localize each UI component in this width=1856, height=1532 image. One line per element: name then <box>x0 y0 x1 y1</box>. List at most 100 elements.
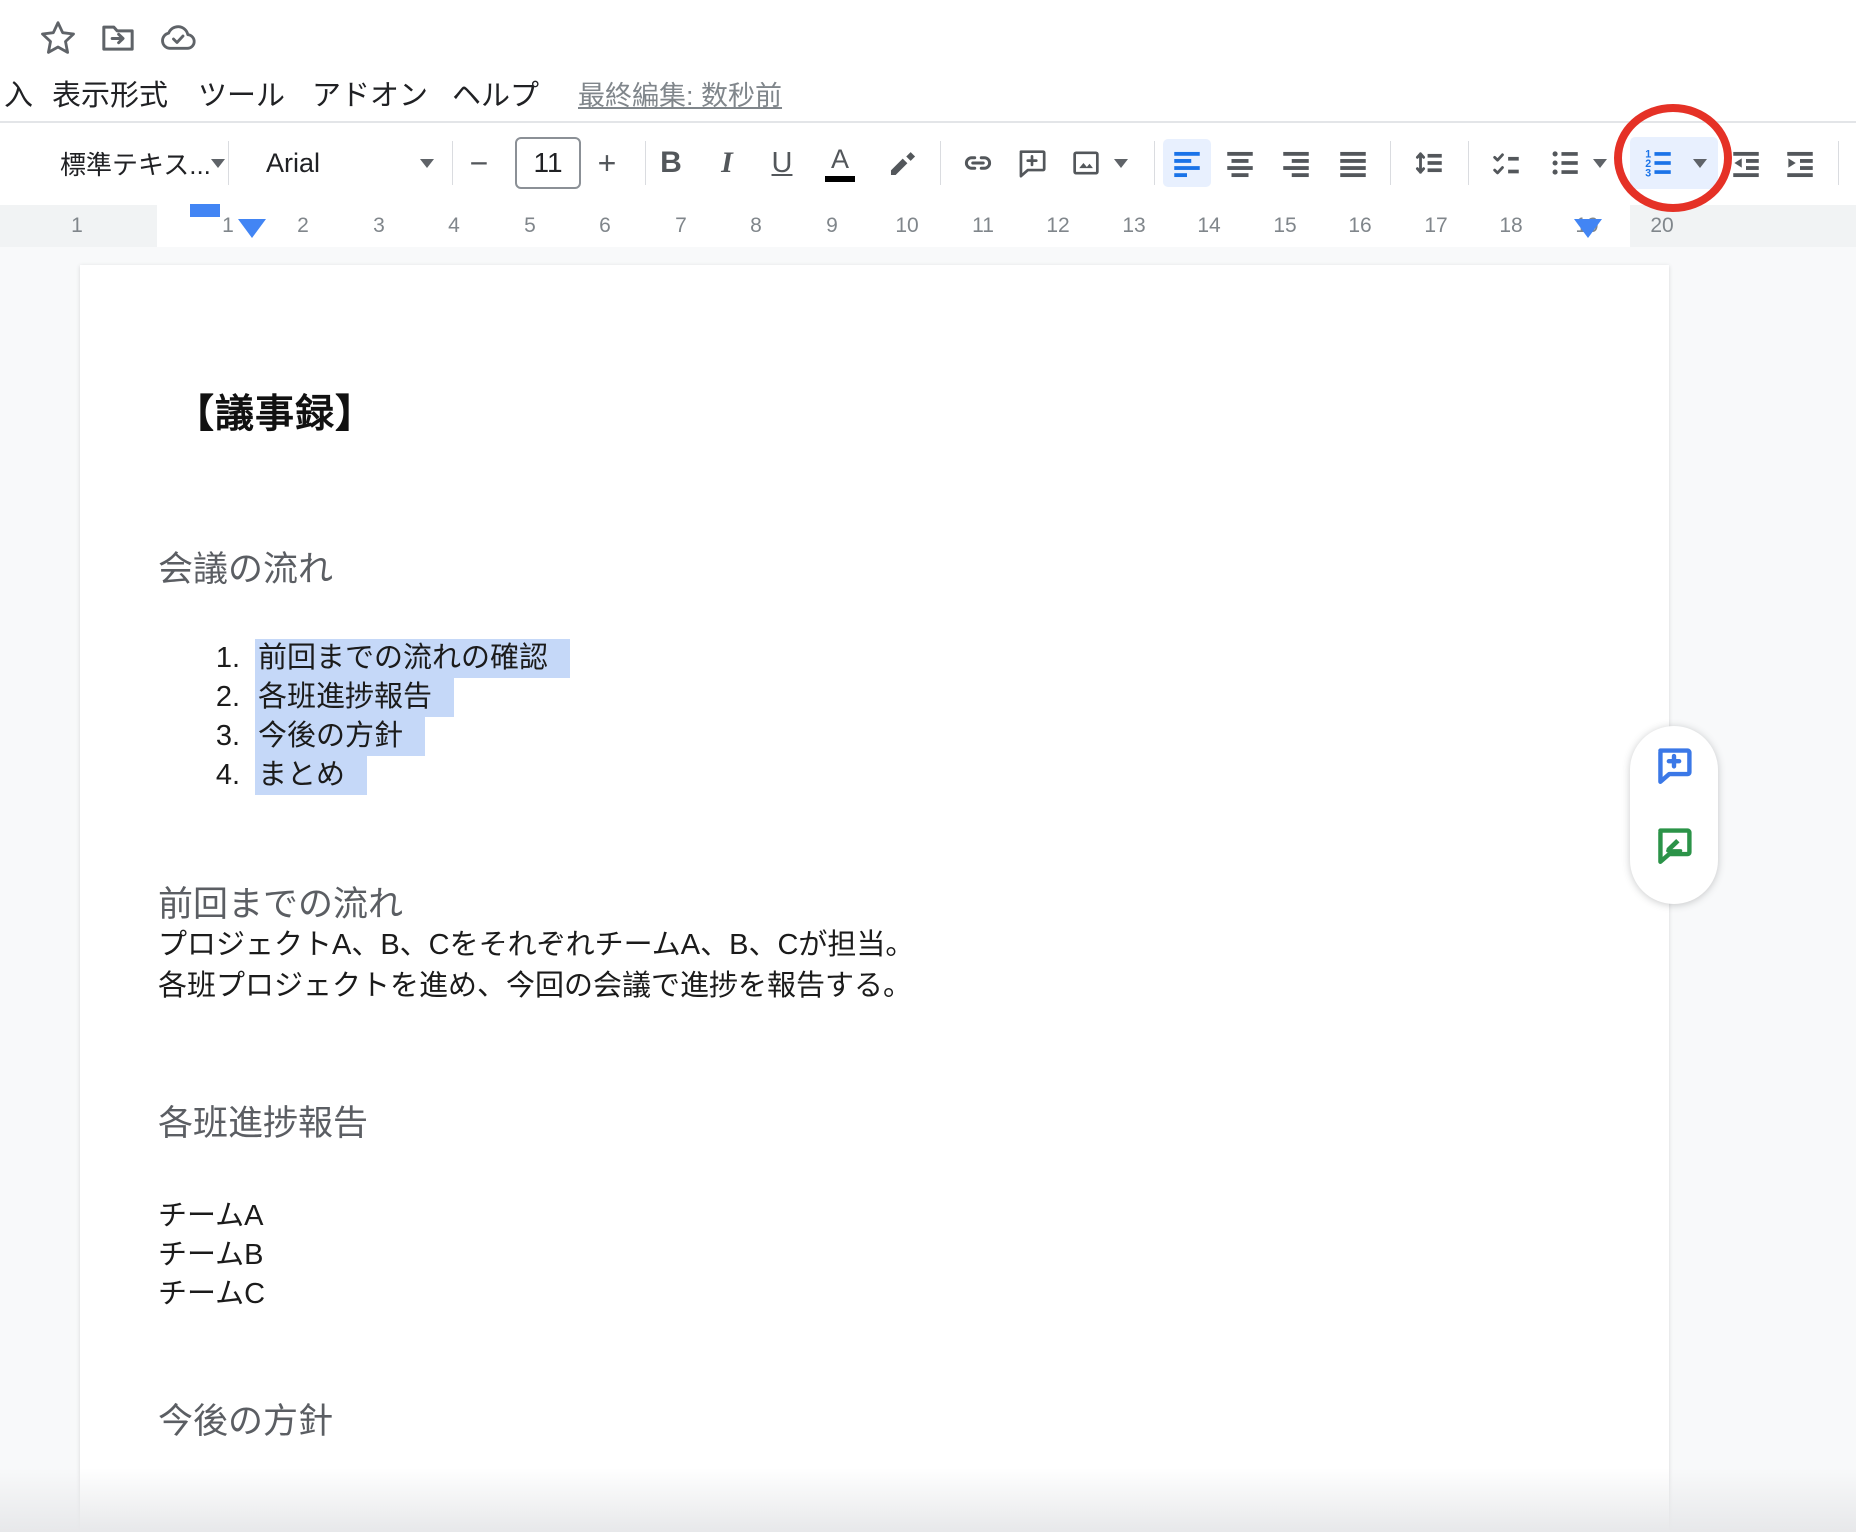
line-spacing-icon <box>1412 146 1446 180</box>
bulleted-list-icon <box>1548 146 1582 180</box>
align-center-icon <box>1223 146 1257 180</box>
bold-button[interactable]: B <box>647 139 695 187</box>
list-item[interactable]: 4. まとめ <box>80 756 980 795</box>
titlebar <box>0 0 1856 78</box>
right-indent-marker[interactable] <box>1574 219 1602 238</box>
list-number: 2. <box>80 678 240 717</box>
line-spacing-button[interactable] <box>1405 139 1453 187</box>
ruler-mark: 9 <box>822 212 842 240</box>
checklist-icon <box>1489 146 1523 180</box>
add-comment-button[interactable] <box>1008 139 1056 187</box>
align-right-button[interactable] <box>1272 139 1320 187</box>
ruler-mark: 20 <box>1646 212 1677 240</box>
ruler-mark: 7 <box>671 212 691 240</box>
cloud-status-button[interactable] <box>158 18 198 58</box>
suggest-edits-button[interactable] <box>1652 824 1696 868</box>
image-icon <box>1069 146 1103 180</box>
paragraph[interactable]: プロジェクトA、B、CをそれぞれチームA、B、Cが担当。 各班プロジェクトを進め… <box>158 925 914 1007</box>
insert-image-button[interactable] <box>1062 139 1110 187</box>
teams-block[interactable]: チームA チームB チームC <box>158 1197 265 1314</box>
first-line-indent-marker[interactable] <box>190 204 220 217</box>
align-left-icon <box>1170 146 1204 180</box>
font-size-increase-button[interactable]: + <box>583 139 631 187</box>
ruler-mark: 13 <box>1118 212 1149 240</box>
numbered-list-button[interactable]: 1 2 3 <box>1634 139 1682 187</box>
underline-button[interactable]: U <box>758 139 806 187</box>
list-number: 3. <box>80 717 240 756</box>
doc-title[interactable]: 【議事録】 <box>175 383 375 439</box>
ruler-mark: 10 <box>891 212 922 240</box>
document-page[interactable]: 【議事録】 会議の流れ 1. 前回までの流れの確認 2. 各班進捗報告 3. 今… <box>80 265 1669 1532</box>
toolbar-divider <box>228 141 229 185</box>
bulleted-list-dropdown[interactable] <box>1583 139 1617 187</box>
ruler-mark: 15 <box>1269 212 1300 240</box>
agenda-list: 1. 前回までの流れの確認 2. 各班進捗報告 3. 今後の方針 4. まとめ <box>80 639 980 795</box>
font-size-input[interactable]: 11 <box>515 137 581 189</box>
numbered-list-icon: 1 2 3 <box>1641 146 1675 180</box>
align-justify-button[interactable] <box>1329 139 1377 187</box>
checklist-button[interactable] <box>1482 139 1530 187</box>
paragraph-style-value: 標準テキス... <box>60 145 211 182</box>
menu-item-addons[interactable]: アドオン <box>312 76 428 116</box>
toolbar-divider <box>452 141 453 185</box>
heading-progress[interactable]: 各班進捗報告 <box>158 1095 368 1146</box>
toolbar-divider <box>1154 141 1155 185</box>
chevron-down-icon <box>1693 159 1707 168</box>
list-item[interactable]: 1. 前回までの流れの確認 <box>80 639 980 678</box>
align-center-button[interactable] <box>1216 139 1264 187</box>
ruler-mark: 6 <box>595 212 615 240</box>
italic-button[interactable]: I <box>703 139 751 187</box>
highlighter-icon <box>886 146 920 180</box>
paragraph-style-select[interactable]: 標準テキス... <box>38 139 228 187</box>
star-button[interactable] <box>38 18 78 58</box>
toolbar-divider <box>1390 141 1391 185</box>
selected-text[interactable]: 各班進捗報告 <box>255 678 454 717</box>
menu-item-format[interactable]: 表示形式 <box>52 76 168 116</box>
ruler-ticks <box>58 221 1833 232</box>
font-size-decrease-button[interactable]: − <box>455 139 503 187</box>
ruler-mark: 17 <box>1420 212 1451 240</box>
toolbar-divider <box>940 141 941 185</box>
insert-link-button[interactable] <box>954 139 1002 187</box>
insert-image-dropdown[interactable] <box>1104 139 1138 187</box>
left-indent-marker[interactable] <box>238 219 266 238</box>
menu-item-insert-partial[interactable]: 入 <box>4 76 33 116</box>
paragraph-line: プロジェクトA、B、CをそれぞれチームA、B、Cが担当。 <box>158 925 914 966</box>
selected-text[interactable]: 今後の方針 <box>255 717 425 756</box>
list-item[interactable]: 2. 各班進捗報告 <box>80 678 980 717</box>
last-edited-link[interactable]: 最終編集: 数秒前 <box>578 76 782 116</box>
align-justify-icon <box>1336 146 1370 180</box>
add-comment-margin-button[interactable] <box>1652 744 1696 788</box>
menu-item-tools[interactable]: ツール <box>198 76 285 116</box>
menu-item-help[interactable]: ヘルプ <box>452 76 539 116</box>
suggest-edit-icon <box>1652 824 1696 868</box>
ruler-mark: 16 <box>1344 212 1375 240</box>
text-color-button[interactable]: A <box>816 139 864 187</box>
decrease-indent-button[interactable] <box>1722 139 1770 187</box>
ruler-mark: 5 <box>520 212 540 240</box>
paragraph-line: チームC <box>158 1275 265 1314</box>
paragraph-line: チームA <box>158 1197 265 1236</box>
highlight-color-button[interactable] <box>879 139 927 187</box>
increase-indent-button[interactable] <box>1776 139 1824 187</box>
align-left-button[interactable] <box>1163 139 1211 187</box>
chevron-down-icon <box>211 159 225 168</box>
move-folder-button[interactable] <box>98 18 138 58</box>
link-icon <box>961 146 995 180</box>
list-number: 1. <box>80 639 240 678</box>
heading-agenda[interactable]: 会議の流れ <box>158 541 333 592</box>
bulleted-list-button[interactable] <box>1541 139 1589 187</box>
svg-text:3: 3 <box>1645 167 1651 179</box>
ruler-mark: 1 <box>218 212 238 240</box>
toolbar: 標準テキス... Arial − 11 + B I U A <box>0 121 1856 205</box>
font-family-select[interactable]: Arial <box>248 139 444 187</box>
heading-policy[interactable]: 今後の方針 <box>158 1393 333 1444</box>
heading-previous[interactable]: 前回までの流れ <box>158 876 403 927</box>
numbered-list-dropdown[interactable] <box>1683 139 1717 187</box>
star-icon <box>38 18 78 58</box>
selected-text[interactable]: 前回までの流れの確認 <box>255 639 570 678</box>
list-number: 4. <box>80 756 240 795</box>
increase-indent-icon <box>1783 146 1817 180</box>
list-item[interactable]: 3. 今後の方針 <box>80 717 980 756</box>
selected-text[interactable]: まとめ <box>255 756 367 795</box>
